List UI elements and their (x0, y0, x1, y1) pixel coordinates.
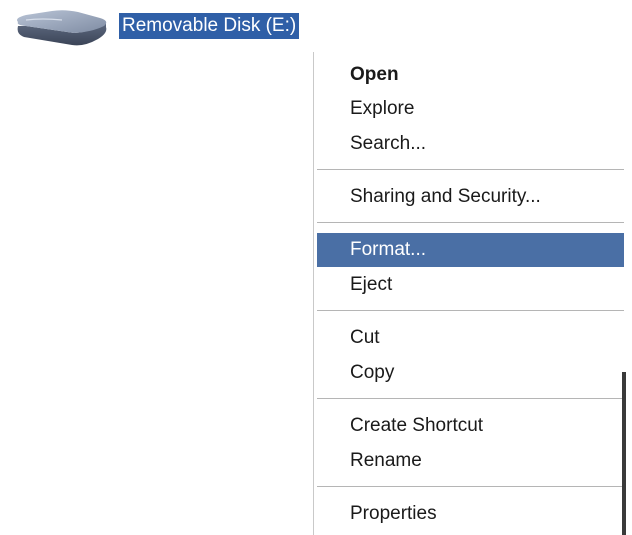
desktop-area: Removable Disk (E:) Open Explore Search.… (0, 0, 632, 535)
menu-separator (317, 222, 624, 223)
removable-disk-item[interactable] (12, 8, 112, 48)
menu-separator (317, 310, 624, 311)
menu-separator (317, 398, 624, 399)
menu-item-eject[interactable]: Eject (314, 268, 624, 302)
menu-item-rename[interactable]: Rename (314, 444, 624, 478)
context-menu: Open Explore Search... Sharing and Secur… (313, 52, 625, 535)
menu-separator (317, 486, 624, 487)
menu-item-open[interactable]: Open (314, 58, 624, 92)
menu-item-sharing-and-security[interactable]: Sharing and Security... (314, 180, 624, 214)
menu-separator (317, 169, 624, 170)
removable-disk-icon (17, 10, 107, 46)
menu-scrollbar-edge (622, 372, 626, 535)
menu-item-explore[interactable]: Explore (314, 92, 624, 126)
menu-item-create-shortcut[interactable]: Create Shortcut (314, 409, 624, 443)
menu-item-format[interactable]: Format... (317, 233, 624, 267)
menu-item-cut[interactable]: Cut (314, 321, 624, 355)
menu-item-copy[interactable]: Copy (314, 356, 624, 390)
drive-label[interactable]: Removable Disk (E:) (119, 13, 300, 39)
menu-item-properties[interactable]: Properties (314, 497, 624, 531)
menu-item-search[interactable]: Search... (314, 127, 624, 161)
